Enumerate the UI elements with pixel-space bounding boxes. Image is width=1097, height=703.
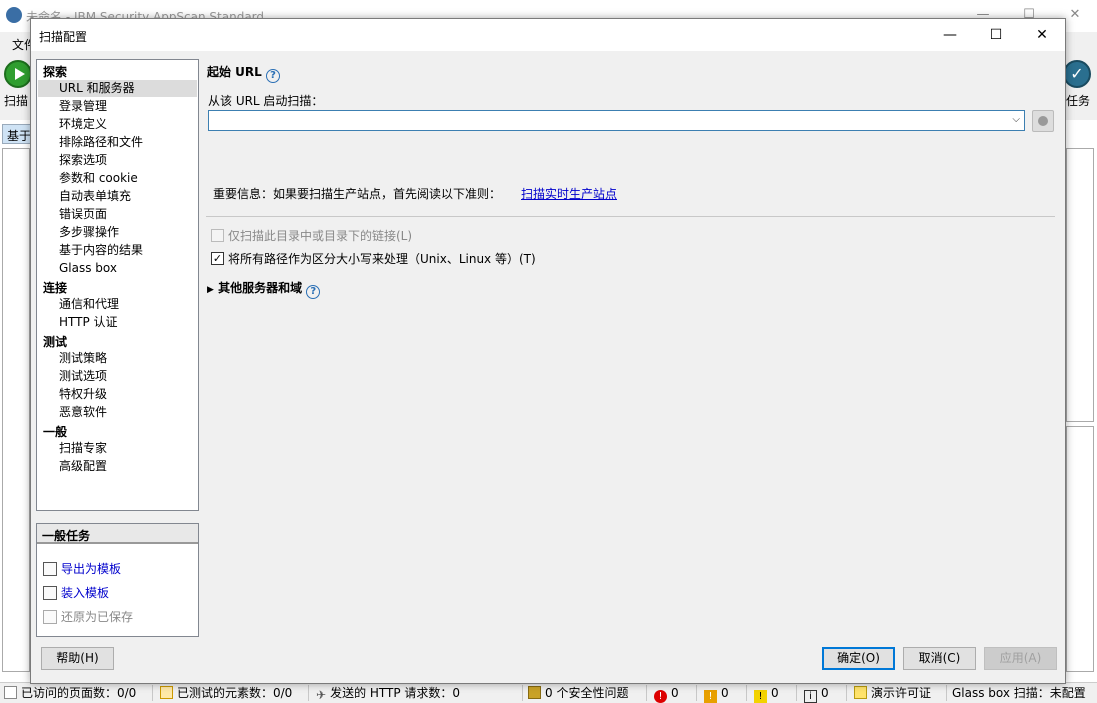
divider <box>206 216 1055 217</box>
page-icon <box>4 686 17 699</box>
nav-section-test[interactable]: 测试 <box>43 333 67 350</box>
status-glassbox: Glass box 扫描：未配置 <box>952 686 1086 700</box>
restore-saved-link: 还原为已保存 <box>43 608 133 625</box>
load-template-link[interactable]: 装入模板 <box>43 584 109 601</box>
nav-item-exclude-paths[interactable]: 排除路径和文件 <box>57 134 145 151</box>
export-template-link[interactable]: 导出为模板 <box>43 560 121 577</box>
expand-arrow-icon: ▶ <box>207 285 214 295</box>
general-tasks-header: 一般任务 <box>37 524 198 544</box>
case-sensitive-label[interactable]: 将所有路径作为区分大小写来处理（Unix、Linux 等）(T) <box>228 250 536 267</box>
element-icon <box>160 686 173 699</box>
apply-button: 应用(A) <box>984 647 1057 670</box>
restore-icon <box>43 610 57 624</box>
dialog-close-button[interactable]: ✕ <box>1019 19 1065 51</box>
app-left-tab[interactable]: 基于 <box>2 124 32 144</box>
config-nav-tree: 探索 URL 和服务器 登录管理 环境定义 排除路径和文件 探索选项 参数和 c… <box>36 59 199 511</box>
dialog-title-bar: 扫描配置 — ☐ ✕ <box>31 19 1065 51</box>
scan-toolbar-label[interactable]: 扫描 <box>4 92 28 109</box>
nav-item-explore-options[interactable]: 探索选项 <box>57 152 109 169</box>
nav-item-auto-form-fill[interactable]: 自动表单填充 <box>57 188 133 205</box>
status-visited: 已访问的页面数：0/0 <box>4 685 136 702</box>
appscan-logo-icon <box>6 7 22 23</box>
status-requests: ✈ 发送的 HTTP 请求数：0 <box>316 686 461 702</box>
nav-item-multistep[interactable]: 多步骤操作 <box>57 224 121 241</box>
general-tasks-panel: 一般任务 导出为模板 装入模板 还原为已保存 <box>36 523 199 637</box>
nav-section-general[interactable]: 一般 <box>43 423 67 440</box>
nav-item-environment[interactable]: 环境定义 <box>57 116 109 133</box>
status-high: ! 0 <box>654 685 679 703</box>
app-right-panel <box>1066 148 1094 422</box>
low-severity-icon: ! <box>754 690 767 703</box>
nav-item-params-cookies[interactable]: 参数和 cookie <box>57 170 140 187</box>
status-bar: 已访问的页面数：0/0 已测试的元素数：0/0 ✈ 发送的 HTTP 请求数：0 … <box>0 682 1097 703</box>
load-icon <box>43 586 57 600</box>
start-url-title: 起始 URL ? <box>207 63 280 83</box>
start-url-combobox[interactable]: ⌵ <box>208 110 1025 131</box>
status-tested: 已测试的元素数：0/0 <box>160 685 292 702</box>
nav-item-privilege-escalation[interactable]: 特权升级 <box>57 386 109 403</box>
lock-icon <box>528 686 541 699</box>
nav-item-malware[interactable]: 恶意软件 <box>57 404 109 421</box>
dialog-maximize-button[interactable]: ☐ <box>973 19 1019 51</box>
nav-section-connection[interactable]: 连接 <box>43 279 67 296</box>
status-info: i0 <box>804 685 829 703</box>
nav-item-comm-proxy[interactable]: 通信和代理 <box>57 296 121 313</box>
nav-item-scan-expert[interactable]: 扫描专家 <box>57 440 109 457</box>
app-left-panel <box>2 148 30 672</box>
scan-dir-only-checkbox <box>211 229 224 242</box>
nav-item-http-auth[interactable]: HTTP 认证 <box>57 314 120 331</box>
ok-button[interactable]: 确定(O) <box>822 647 895 670</box>
app-right-panel-lower <box>1066 426 1094 672</box>
other-servers-expander[interactable]: ▶ 其他服务器和域 ? <box>207 279 321 299</box>
help-icon[interactable]: ? <box>266 69 280 83</box>
status-low: ! 0 <box>754 685 779 703</box>
task-toolbar-label[interactable]: 任务 <box>1066 92 1090 109</box>
important-info-text: 重要信息：如果要扫描生产站点，首先阅读以下准则： <box>213 187 502 201</box>
url-go-button <box>1032 110 1054 132</box>
case-sensitive-checkbox[interactable]: ✓ <box>211 252 224 265</box>
nav-item-advanced-config[interactable]: 高级配置 <box>57 458 109 475</box>
high-severity-icon: ! <box>654 690 667 703</box>
status-security-issues: 0 个安全性问题 <box>528 685 628 702</box>
medium-severity-icon: ! <box>704 690 717 703</box>
info-icon: i <box>804 690 817 703</box>
task-check-icon[interactable]: ✓ <box>1063 60 1091 88</box>
help-button[interactable]: 帮助(H) <box>41 647 114 670</box>
nav-item-glass-box[interactable]: Glass box <box>57 260 119 277</box>
url-label: 从该 URL 启动扫描： <box>208 94 324 108</box>
chevron-down-icon[interactable]: ⌵ <box>1012 114 1020 125</box>
nav-item-test-policy[interactable]: 测试策略 <box>57 350 109 367</box>
nav-item-login[interactable]: 登录管理 <box>57 98 109 115</box>
scan-play-icon[interactable] <box>4 60 32 88</box>
scan-config-dialog: 扫描配置 — ☐ ✕ 探索 URL 和服务器 登录管理 环境定义 排除路径和文件… <box>30 18 1066 684</box>
request-icon: ✈ <box>316 688 327 702</box>
cancel-button[interactable]: 取消(C) <box>903 647 976 670</box>
dialog-minimize-button[interactable]: — <box>927 19 973 51</box>
note-icon <box>854 686 867 699</box>
dialog-title: 扫描配置 <box>39 30 88 44</box>
nav-item-content-results[interactable]: 基于内容的结果 <box>57 242 145 259</box>
nav-item-url-servers[interactable]: URL 和服务器 <box>38 80 197 97</box>
status-license: 演示许可证 <box>854 685 931 702</box>
status-medium: ! 0 <box>704 685 729 703</box>
nav-section-explore[interactable]: 探索 <box>43 63 67 80</box>
help-icon[interactable]: ? <box>306 285 321 299</box>
export-icon <box>43 562 57 576</box>
nav-item-error-pages[interactable]: 错误页面 <box>57 206 109 223</box>
nav-item-test-options[interactable]: 测试选项 <box>57 368 109 385</box>
scan-production-link[interactable]: 扫描实时生产站点 <box>521 185 617 202</box>
scan-dir-only-label: 仅扫描此目录中或目录下的链接(L) <box>228 229 413 243</box>
